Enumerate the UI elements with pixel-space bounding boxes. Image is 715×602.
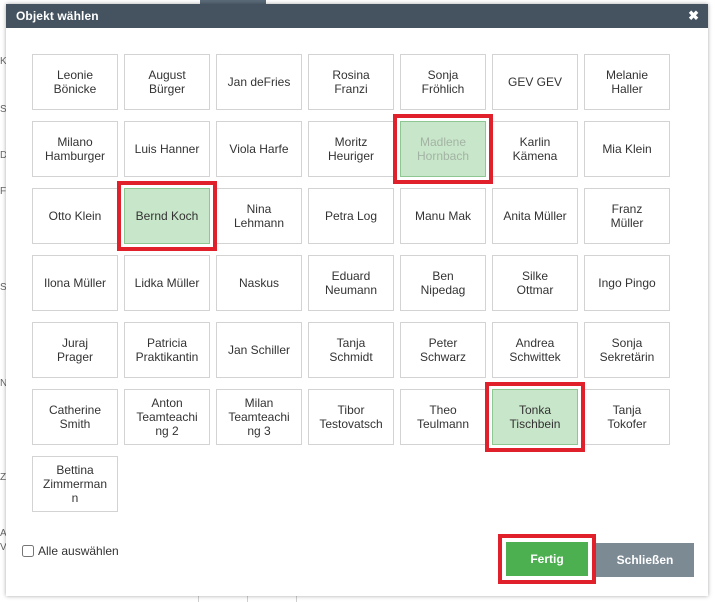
object-tile-label: Sonja Fröhlich bbox=[421, 68, 465, 96]
object-tile-label: Luis Hanner bbox=[134, 142, 200, 156]
object-tile[interactable]: GEV GEV bbox=[492, 54, 578, 110]
object-tile[interactable]: Ben Nipedag bbox=[400, 255, 486, 311]
object-tile[interactable]: Patricia Praktikantin bbox=[124, 322, 210, 378]
object-tile-label: Anton Teamteachi ng 2 bbox=[136, 396, 198, 438]
object-tile[interactable]: Milan Teamteachi ng 3 bbox=[216, 389, 302, 445]
object-tile-label: Patricia Praktikantin bbox=[135, 336, 199, 364]
object-tile-label: Tanja Tokofer bbox=[607, 403, 647, 431]
object-tile-label: Anita Müller bbox=[503, 209, 567, 223]
object-tile-label: Lidka Müller bbox=[134, 276, 200, 290]
object-tile-label: Mia Klein bbox=[602, 142, 652, 156]
object-tile[interactable]: Leonie Bönicke bbox=[32, 54, 118, 110]
object-tile-label: Eduard Neumann bbox=[324, 269, 378, 297]
object-tile-label: Naskus bbox=[238, 276, 279, 290]
object-tile[interactable]: Andrea Schwittek bbox=[492, 322, 578, 378]
object-tile[interactable]: Tibor Testovatsch bbox=[308, 389, 394, 445]
object-tile[interactable]: Manu Mak bbox=[400, 188, 486, 244]
object-tile[interactable]: Tanja Tokofer bbox=[584, 389, 670, 445]
object-tile[interactable]: Lidka Müller bbox=[124, 255, 210, 311]
object-tile-label: Catherine Smith bbox=[48, 403, 102, 431]
object-tile[interactable]: Catherine Smith bbox=[32, 389, 118, 445]
select-all-checkbox[interactable] bbox=[22, 545, 34, 557]
select-all-control[interactable]: Alle auswählen bbox=[22, 544, 119, 558]
object-tile-label: Bernd Koch bbox=[135, 209, 199, 223]
object-tile[interactable]: Moritz Heuriger bbox=[308, 121, 394, 177]
object-tile-label: Tibor Testovatsch bbox=[319, 403, 383, 431]
object-tile[interactable]: Bettina Zimmerman n bbox=[32, 456, 118, 512]
object-tile-label: Karlin Kämena bbox=[512, 135, 558, 163]
object-tile-label: Andrea Schwittek bbox=[509, 336, 561, 364]
object-tile-label: Ingo Pingo bbox=[598, 276, 656, 290]
object-tile[interactable]: Jan deFries bbox=[216, 54, 302, 110]
object-tile-label: Manu Mak bbox=[414, 209, 472, 223]
object-tile-label: Bettina Zimmerman n bbox=[42, 463, 107, 505]
object-tile-label: Otto Klein bbox=[48, 209, 102, 223]
object-tile-label: Silke Ottmar bbox=[516, 269, 554, 297]
object-tile[interactable]: Luis Hanner bbox=[124, 121, 210, 177]
close-icon[interactable]: ✖ bbox=[688, 8, 699, 24]
object-tile[interactable]: Mia Klein bbox=[584, 121, 670, 177]
object-tile[interactable]: Sonja Sekretärin bbox=[584, 322, 670, 378]
object-tile-label: August Bürger bbox=[148, 68, 186, 96]
object-tile[interactable]: Viola Harfe bbox=[216, 121, 302, 177]
select-all-label: Alle auswählen bbox=[38, 544, 119, 558]
object-tile-label: Milano Hamburger bbox=[44, 135, 106, 163]
object-tile-label: Viola Harfe bbox=[229, 142, 289, 156]
object-tile[interactable]: Anita Müller bbox=[492, 188, 578, 244]
object-tile-label: Milan Teamteachi ng 3 bbox=[228, 396, 290, 438]
object-tile-label: Sonja Sekretärin bbox=[599, 336, 655, 364]
object-tile[interactable]: Otto Klein bbox=[32, 188, 118, 244]
object-tile[interactable]: Madlene Hornbach bbox=[400, 121, 486, 177]
object-tile[interactable]: Bernd Koch bbox=[124, 188, 210, 244]
object-tile-label: Moritz Heuriger bbox=[327, 135, 375, 163]
object-tile[interactable]: Theo Teulmann bbox=[400, 389, 486, 445]
object-tile[interactable]: Tanja Schmidt bbox=[308, 322, 394, 378]
object-tile-label: GEV GEV bbox=[507, 75, 563, 89]
object-tile[interactable]: Eduard Neumann bbox=[308, 255, 394, 311]
object-tile-label: Melanie Haller bbox=[605, 68, 649, 96]
object-tile[interactable]: Karlin Kämena bbox=[492, 121, 578, 177]
object-tile-label: Franz Müller bbox=[610, 202, 644, 230]
object-tile[interactable]: Ilona Müller bbox=[32, 255, 118, 311]
fertig-button[interactable]: Fertig bbox=[506, 542, 588, 576]
object-tile-label: Nina Lehmann bbox=[233, 202, 285, 230]
object-tile[interactable]: Nina Lehmann bbox=[216, 188, 302, 244]
dialog-titlebar: Objekt wählen ✖ bbox=[6, 4, 708, 28]
object-tile-label: Petra Log bbox=[324, 209, 378, 223]
object-tile[interactable]: Naskus bbox=[216, 255, 302, 311]
object-tile-label: Rosina Franzi bbox=[332, 68, 370, 96]
object-tile-label: Jan Schiller bbox=[227, 343, 291, 357]
object-tile[interactable]: Rosina Franzi bbox=[308, 54, 394, 110]
object-tile-label: Theo Teulmann bbox=[416, 403, 470, 431]
object-tile-label: Tonka Tischbein bbox=[509, 403, 561, 431]
object-tile[interactable]: Melanie Haller bbox=[584, 54, 670, 110]
object-tile-label: Ilona Müller bbox=[43, 276, 107, 290]
object-tile-label: Tanja Schmidt bbox=[329, 336, 373, 364]
object-tile[interactable]: Ingo Pingo bbox=[584, 255, 670, 311]
object-tile[interactable]: Jan Schiller bbox=[216, 322, 302, 378]
object-tile[interactable]: Silke Ottmar bbox=[492, 255, 578, 311]
object-tile-label: Juraj Prager bbox=[56, 336, 94, 364]
object-tile-label: Peter Schwarz bbox=[419, 336, 466, 364]
schliessen-button[interactable]: Schließen bbox=[596, 543, 694, 577]
object-tile[interactable]: Milano Hamburger bbox=[32, 121, 118, 177]
object-tile-label: Madlene Hornbach bbox=[416, 135, 470, 163]
object-tile[interactable]: Anton Teamteachi ng 2 bbox=[124, 389, 210, 445]
object-tile-label: Ben Nipedag bbox=[420, 269, 466, 297]
object-tile[interactable]: Franz Müller bbox=[584, 188, 670, 244]
object-tile[interactable]: Juraj Prager bbox=[32, 322, 118, 378]
object-tile[interactable]: Sonja Fröhlich bbox=[400, 54, 486, 110]
dialog-title: Objekt wählen bbox=[16, 9, 99, 23]
object-tile[interactable]: Tonka Tischbein bbox=[492, 389, 578, 445]
object-tile-label: Jan deFries bbox=[227, 75, 291, 89]
object-tile[interactable]: Petra Log bbox=[308, 188, 394, 244]
object-select-dialog: Objekt wählen ✖ Leonie Bönicke August Bürge… bbox=[6, 4, 708, 596]
object-tile[interactable]: August Bürger bbox=[124, 54, 210, 110]
object-tile[interactable]: Peter Schwarz bbox=[400, 322, 486, 378]
object-tile-label: Leonie Bönicke bbox=[53, 68, 97, 96]
